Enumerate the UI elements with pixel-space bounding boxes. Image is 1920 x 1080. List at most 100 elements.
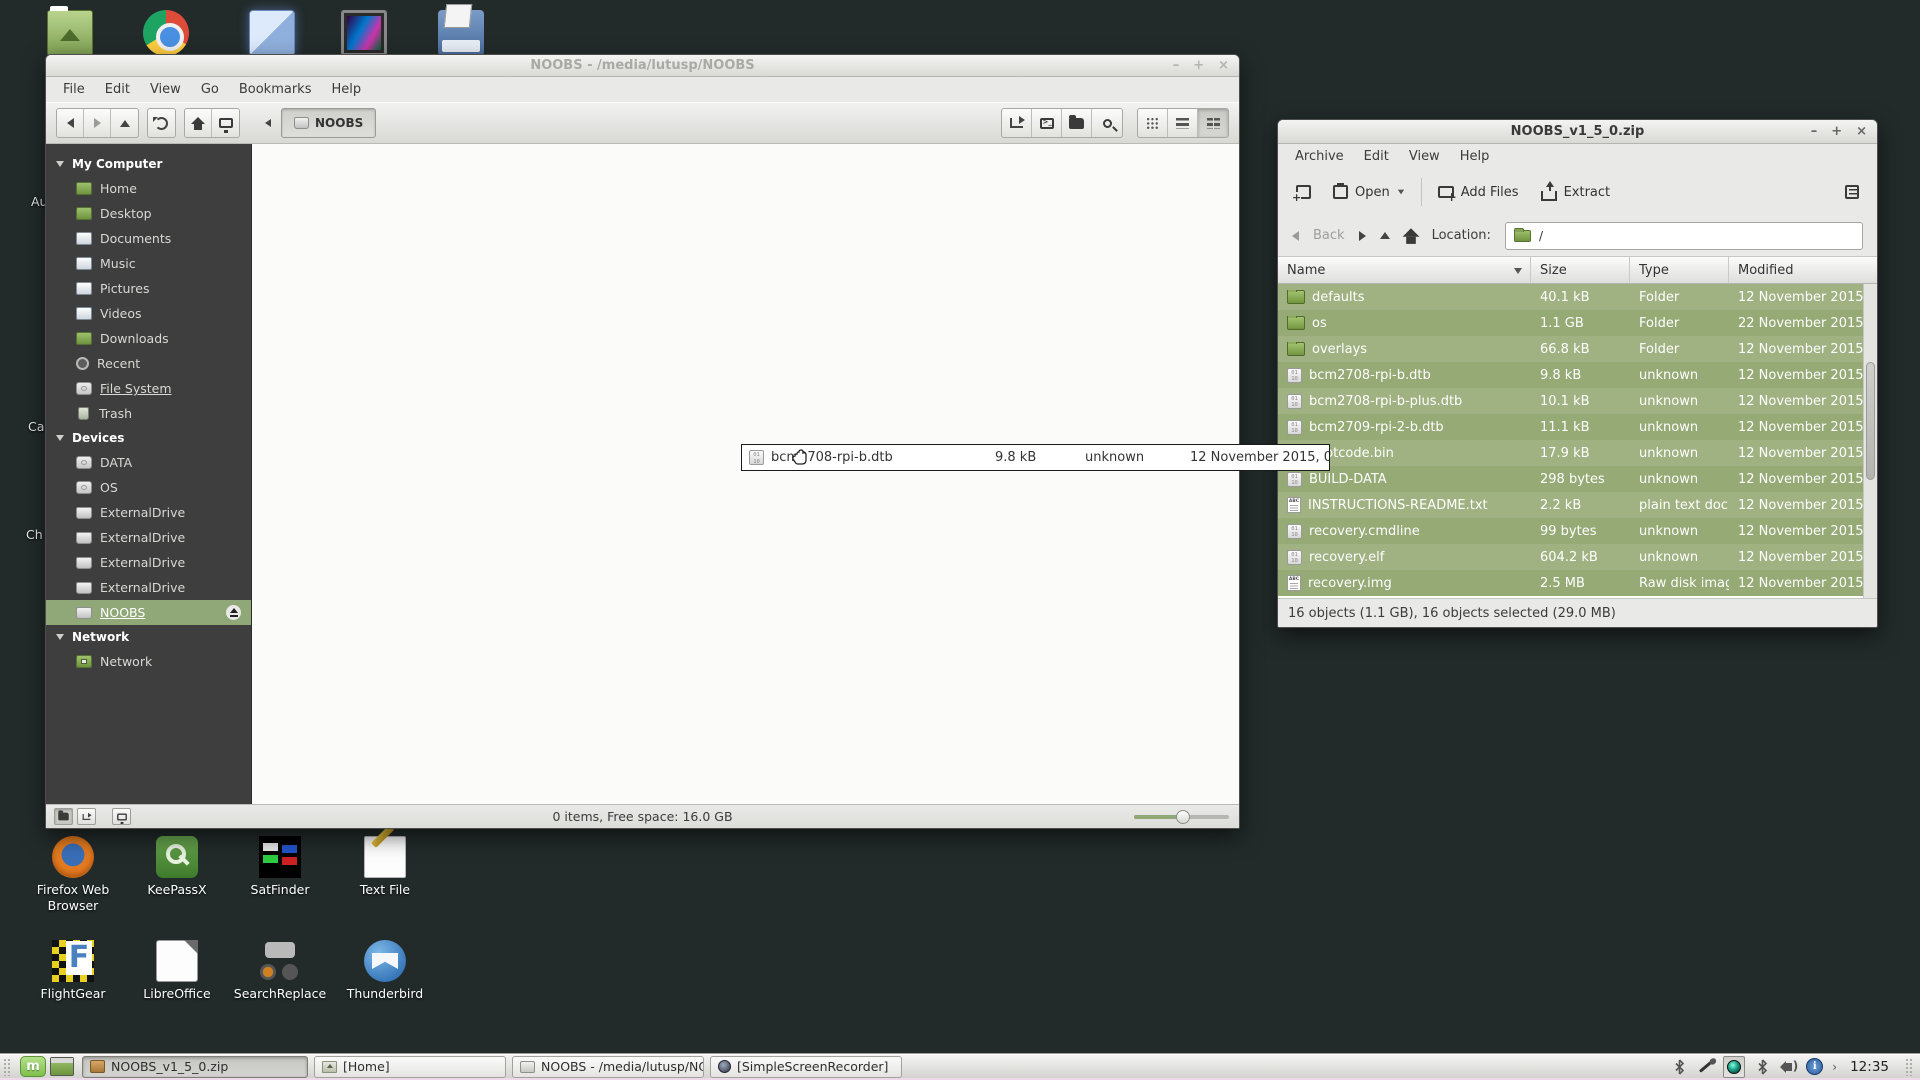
scrollbar-thumb[interactable] [1866, 362, 1875, 480]
arc-titlebar[interactable]: NOOBS_v1_5_0.zip – + × [1278, 120, 1877, 144]
sidebar-item-desktop[interactable]: Desktop [46, 201, 251, 226]
desktop-icon-text-file[interactable]: Text File [333, 836, 437, 898]
sidebar-item-os[interactable]: OS [46, 475, 251, 500]
show-desktop-button[interactable] [50, 1057, 74, 1076]
menu-help[interactable]: Help [322, 79, 370, 100]
column-header-modified[interactable]: Modified [1729, 257, 1877, 283]
sidebar-item-noobs[interactable]: NOOBS [46, 600, 251, 625]
desktop-icon-thunderbird[interactable]: Thunderbird [333, 940, 437, 1002]
table-row[interactable]: recovery.elf604.2 kBunknown12 November 2… [1278, 544, 1863, 570]
chrome-icon[interactable] [143, 10, 189, 56]
menu-edit[interactable]: Edit [96, 79, 139, 100]
panel-grip[interactable] [3, 1058, 11, 1076]
back-icon[interactable] [1292, 231, 1299, 241]
location-input[interactable]: / [1505, 222, 1863, 250]
view-as-list-button[interactable] [1839, 181, 1865, 203]
table-row[interactable]: os1.1 GBFolder22 November 2015, … [1278, 310, 1863, 336]
icon-view-button[interactable] [1138, 109, 1168, 137]
menu-view[interactable]: View [1400, 146, 1449, 167]
desktop-icon-satfinder[interactable]: SatFinder [228, 836, 332, 898]
close-button[interactable]: × [1218, 59, 1229, 72]
breadcrumb-noobs[interactable]: NOOBS [281, 108, 376, 138]
scrollbar[interactable] [1863, 284, 1877, 598]
sidebar-section-devices[interactable]: Devices [46, 426, 251, 450]
sidebar-item-externaldrive-2[interactable]: ExternalDrive [46, 525, 251, 550]
fm-file-area[interactable] [252, 144, 1239, 804]
table-row[interactable]: bootcode.bin17.9 kBunknown12 November 20… [1278, 440, 1863, 466]
back-label[interactable]: Back [1313, 228, 1345, 243]
menu-file[interactable]: File [54, 79, 94, 100]
zoom-slider[interactable] [1134, 815, 1229, 819]
sidebar-item-documents[interactable]: Documents [46, 226, 251, 251]
sidebar-item-externaldrive-4[interactable]: ExternalDrive [46, 575, 251, 600]
menu-help[interactable]: Help [1451, 146, 1499, 167]
sidebar-section-my-computer[interactable]: My Computer [46, 152, 251, 176]
sidebar-item-network[interactable]: Network [46, 649, 251, 674]
sidebar-item-recent[interactable]: Recent [46, 351, 251, 376]
desktop-icon-searchreplace[interactable]: SearchReplace [228, 940, 332, 1002]
sidebar-item-externaldrive-1[interactable]: ExternalDrive [46, 500, 251, 525]
tray-expand-chevron[interactable]: › [1832, 1060, 1837, 1074]
maximize-button[interactable]: + [1831, 125, 1842, 138]
table-row[interactable]: INSTRUCTIONS-README.txt2.2 kBplain text … [1278, 492, 1863, 518]
table-row[interactable]: BUILD-DATA298 bytesunknown12 November 20… [1278, 466, 1863, 492]
menu-bookmarks[interactable]: Bookmarks [230, 79, 321, 100]
bluetooth-icon[interactable] [1671, 1058, 1688, 1075]
sidebar-item-pictures[interactable]: Pictures [46, 276, 251, 301]
bluetooth-icon[interactable] [1754, 1058, 1771, 1075]
mint-menu-button[interactable]: m [20, 1056, 46, 1077]
toggle-location-entry-button[interactable] [1002, 109, 1032, 137]
task-button-home[interactable]: [Home] [314, 1056, 506, 1078]
compact-view-button[interactable] [1198, 109, 1228, 137]
computer-button[interactable] [212, 109, 239, 137]
cube-app-icon[interactable] [249, 10, 295, 56]
home-icon[interactable] [1402, 228, 1419, 236]
clock[interactable]: 12:35 [1846, 1059, 1893, 1075]
chevron-down-icon[interactable] [1398, 190, 1404, 195]
monitor-app-icon[interactable] [341, 10, 387, 56]
sidebar-section-network[interactable]: Network [46, 625, 251, 649]
maximize-button[interactable]: + [1193, 59, 1204, 72]
desktop-icon-keepassx[interactable]: KeePassX [125, 836, 229, 898]
panel-grip[interactable] [1905, 1058, 1913, 1076]
up-button[interactable] [111, 109, 138, 137]
extract-button[interactable]: Extract [1535, 179, 1617, 205]
list-view-button[interactable] [1168, 109, 1198, 137]
search-button[interactable] [1092, 109, 1122, 137]
menu-edit[interactable]: Edit [1355, 146, 1398, 167]
minimize-button[interactable]: – [1811, 125, 1818, 138]
menu-archive[interactable]: Archive [1286, 146, 1353, 167]
table-row[interactable]: bcm2708-rpi-b.dtb9.8 kBunknown12 Novembe… [1278, 362, 1863, 388]
sidebar-item-externaldrive-3[interactable]: ExternalDrive [46, 550, 251, 575]
home-button[interactable] [185, 109, 212, 137]
menu-go[interactable]: Go [192, 79, 228, 100]
task-button-file-manager[interactable]: NOOBS - /media/lutusp/NOO… [512, 1056, 704, 1078]
fm-titlebar[interactable]: NOOBS - /media/lutusp/NOOBS – + × [46, 55, 1239, 77]
open-terminal-button[interactable] [1032, 109, 1062, 137]
update-manager-icon[interactable]: i [1806, 1058, 1823, 1075]
printer-app-icon[interactable] [438, 10, 484, 56]
table-row[interactable]: defaults40.1 kBFolder12 November 2015, … [1278, 284, 1863, 310]
stylus-icon[interactable] [1697, 1058, 1714, 1075]
forward-icon[interactable] [1359, 231, 1366, 241]
breadcrumb-scroll-left[interactable] [254, 109, 281, 137]
zoom-slider-knob[interactable] [1176, 810, 1190, 824]
up-icon[interactable] [1380, 232, 1390, 239]
screenrecorder-tray-icon[interactable] [1723, 1056, 1745, 1078]
sidebar-item-downloads[interactable]: Downloads [46, 326, 251, 351]
column-header-size[interactable]: Size [1531, 257, 1630, 283]
menu-view[interactable]: View [141, 79, 190, 100]
minimize-button[interactable]: – [1173, 59, 1180, 72]
desktop-icon-firefox[interactable]: Firefox Web Browser [21, 836, 125, 913]
table-row[interactable]: overlays66.8 kBFolder12 November 2015, … [1278, 336, 1863, 362]
sidebar-item-trash[interactable]: Trash [46, 401, 251, 426]
sidebar-item-file-system[interactable]: File System [46, 376, 251, 401]
close-button[interactable]: × [1856, 125, 1867, 138]
forward-button[interactable] [84, 109, 111, 137]
table-row[interactable]: recovery.cmdline99 bytesunknown12 Novemb… [1278, 518, 1863, 544]
open-button[interactable]: Open [1327, 181, 1411, 204]
refresh-button[interactable] [148, 109, 175, 137]
sidebar-item-data[interactable]: DATA [46, 450, 251, 475]
task-button-screenrecorder[interactable]: [SimpleScreenRecorder] [710, 1056, 902, 1078]
task-button-archive[interactable]: NOOBS_v1_5_0.zip [82, 1056, 308, 1078]
